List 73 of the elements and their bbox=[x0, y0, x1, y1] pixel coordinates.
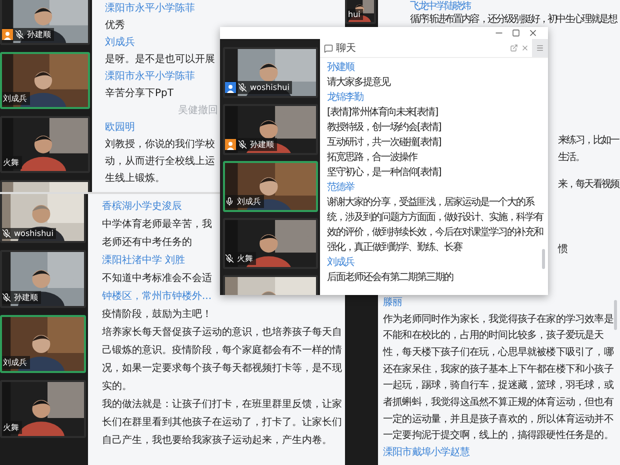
video-tile[interactable]: 孙建顺 bbox=[223, 104, 318, 155]
message-text: 疫情阶段，鼓励为主吧！ bbox=[102, 308, 212, 322]
video-tile[interactable]: 孙建顺 bbox=[0, 250, 86, 308]
message-text: 请大家多提意见 bbox=[327, 76, 390, 90]
message-text: 来，每天看视频 bbox=[558, 178, 619, 192]
participant-name: hui bbox=[347, 10, 360, 19]
sender-name: 溧阳社渚中学 刘胜 bbox=[102, 254, 186, 268]
participant-name: woshishui bbox=[249, 83, 290, 92]
maximize-icon[interactable] bbox=[512, 29, 520, 37]
participant-name: 火舞 bbox=[2, 157, 19, 168]
sender-name: 刘成兵 bbox=[105, 36, 135, 50]
sender-name: 龙锦李勤 bbox=[327, 90, 363, 105]
recall-notice: 吴健撤回 bbox=[178, 104, 218, 118]
video-tile[interactable]: woshishui bbox=[0, 194, 86, 243]
video-tile[interactable]: 火舞 bbox=[0, 380, 86, 438]
message-text: 动，从而进行全校线上运 bbox=[105, 154, 215, 169]
message-text: 惯 bbox=[558, 242, 567, 258]
participant-name: 火舞 bbox=[236, 253, 253, 264]
message-text: 刘教授，你说的我们学校 bbox=[105, 138, 215, 152]
participant-name: 孙建顺 bbox=[26, 29, 51, 40]
sender-name: 钟楼区，常州市钟楼外... bbox=[102, 290, 212, 304]
sender-name: 溧阳市永平小学陈菲 bbox=[105, 70, 195, 84]
participant-name: 孙建顺 bbox=[13, 292, 38, 303]
message-text: 坚守初心，是一种信仰[表情] bbox=[327, 166, 441, 180]
video-tile[interactable]: woshishui bbox=[223, 47, 318, 98]
sender-name: 滕丽 bbox=[383, 296, 402, 310]
scrollbar[interactable] bbox=[542, 249, 545, 269]
menu-icon bbox=[536, 44, 544, 52]
sender-name: 范德举 bbox=[327, 180, 354, 195]
message-text: 中学体育老师最辛苦，我 bbox=[102, 218, 212, 232]
message-text: 互动研讨，共一次碰撞[表情] bbox=[327, 136, 441, 150]
participant-name: 火舞 bbox=[2, 422, 19, 433]
message-text: [表情]常州体育向未来[表情] bbox=[327, 106, 438, 120]
video-tile[interactable]: 火舞 bbox=[0, 116, 90, 173]
popout-icon[interactable] bbox=[510, 44, 518, 52]
chat-icon bbox=[324, 44, 333, 52]
sender-name: 溧阳市永平小学陈菲 bbox=[105, 2, 195, 16]
scrollbar[interactable] bbox=[614, 300, 617, 330]
video-tile[interactable]: 孙建顺 bbox=[0, 0, 90, 45]
sender-name: 刘成兵 bbox=[327, 256, 354, 270]
message-text: 教授特级，创一场约会[表情] bbox=[327, 120, 441, 135]
message-text: 不知道中考标准会不会适 bbox=[102, 272, 212, 286]
participant-name: woshishui bbox=[13, 229, 54, 238]
participant-name: 孙建顺 bbox=[249, 139, 274, 150]
message-text: 生活。 bbox=[558, 150, 584, 165]
message-text: 后面老师还会有第二期第三期的 bbox=[327, 270, 453, 285]
message-text: 作为老师同时作为家长，我觉得孩子在家的学习效率是不能和在校比的，占用的时间比较多，孩子爱玩是天性，每天楼下孩子们在玩，心思早就被楼下吸引了，哪还在家呆住，我家的孩子基本上下午都在楼下和小孩子一起玩，踢球，骑自行车，捉迷藏，篮球，羽毛球，或者抓蝌蚪，我觉得这虽然不算正规的体育运动，但也有一定的运动量，并且是孩子喜欢的，所以体育运动并不一定要拘泥于提交啊，线上的，搞得跟硬性任务是的。 bbox=[383, 312, 614, 444]
participant-name: 刘成兵 bbox=[2, 93, 27, 104]
message-text: 是呀。是不是也可以开展 bbox=[105, 52, 215, 67]
sender-name: 飞龙中学陆晓炜 bbox=[410, 0, 470, 13]
panel-title: 聊天 bbox=[336, 42, 357, 55]
sender-name: 欧园明 bbox=[105, 121, 135, 135]
sender-name: 孙建顺 bbox=[327, 60, 354, 75]
sender-name: 溧阳市戴埠小学赵慧 bbox=[383, 446, 470, 460]
video-tile[interactable]: hui bbox=[345, 0, 376, 24]
video-tile[interactable]: 刘成兵 bbox=[0, 52, 90, 109]
message-text: 我的做法就是：让孩子们打卡，在班里群里反馈，让家长们在群里看到其他孩子在运动了，打卡了。让家长们自己产生，我也要给我家孩子运动起来，产生内卷。 bbox=[102, 398, 343, 448]
message-text: 辛苦分享下PpT bbox=[105, 86, 174, 101]
close-icon[interactable] bbox=[528, 28, 538, 38]
message-text: 循序渐进布置内容，还分级别挺好，初中生心理就是想 bbox=[410, 13, 616, 26]
participant-name: 刘成兵 bbox=[236, 196, 261, 207]
message-text: 来练习，比如一 bbox=[558, 134, 619, 148]
video-tile[interactable]: 火舞 bbox=[223, 218, 318, 269]
message-text: 拓宽思路，合一波操作 bbox=[327, 150, 417, 165]
message-text: 优秀 bbox=[105, 18, 125, 33]
video-tile[interactable]: 刘成兵 bbox=[223, 161, 318, 212]
video-tile[interactable]: 刘成兵 bbox=[0, 315, 86, 373]
message-text: 老师还有中考任务的 bbox=[102, 236, 192, 250]
participant-name: 刘成兵 bbox=[2, 357, 27, 368]
message-text: 培养家长每天督促孩子运动的意识，也培养孩子每天自己锻炼的意识。疫情阶段，每个家庭都会有不一样的情况，如果一定要求每个孩子每天都视频打卡等，是不现实的。 bbox=[102, 326, 343, 394]
message-text: 谢谢大家的分享，受益匪浅，居家运动是一个大的系统，涉及到的问题方方面面，做好设计、实施，科学有效的评价，做到持续长效，今后在对课堂学习的补充和强化，真正做到勤学、勤练、长赛 bbox=[327, 196, 544, 255]
message-text: 生线上锻炼。 bbox=[105, 172, 165, 186]
sender-name: 香槟湖小学史浚辰 bbox=[102, 200, 182, 214]
